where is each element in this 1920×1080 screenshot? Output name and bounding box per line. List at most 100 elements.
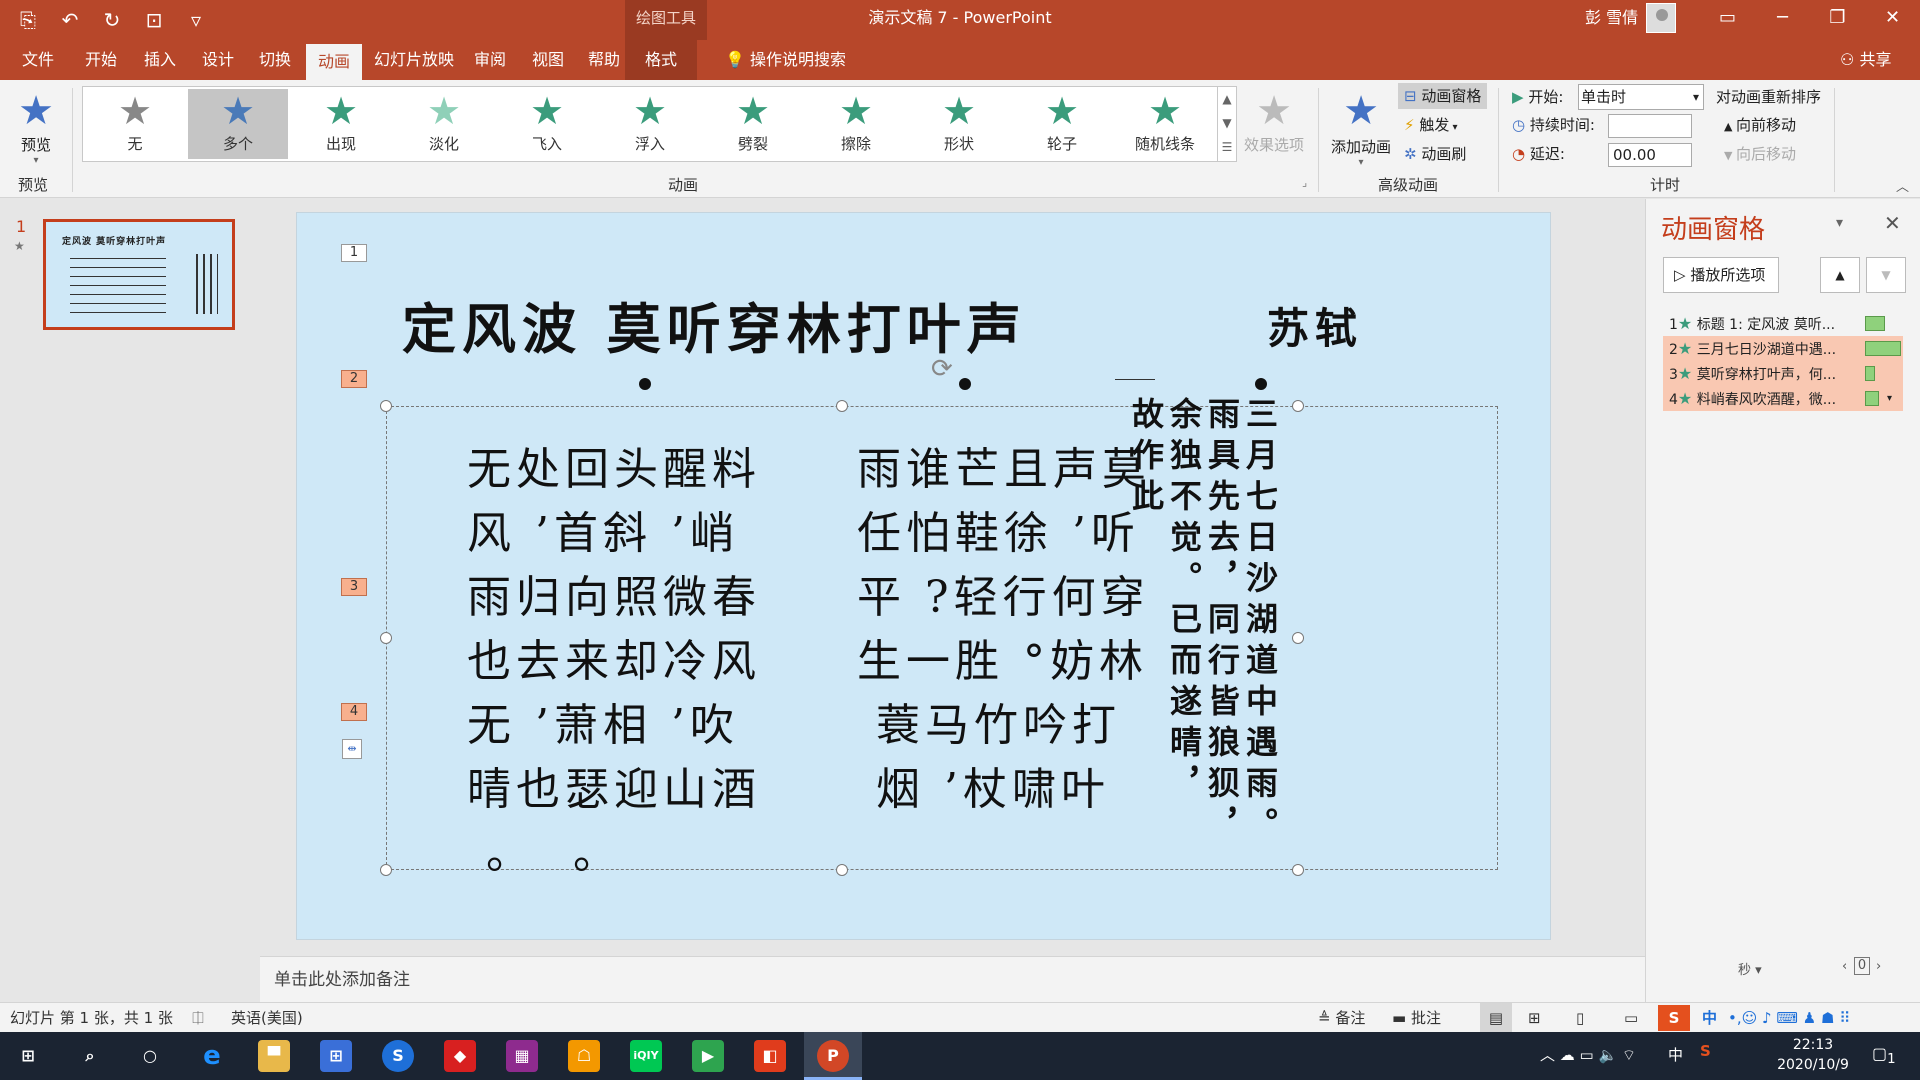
page-indicator[interactable]: 0 bbox=[1854, 957, 1870, 975]
pane-options-icon[interactable]: ▾ bbox=[1836, 215, 1843, 231]
spellcheck-icon[interactable]: ⎅ bbox=[192, 1003, 204, 1033]
animation-item-4[interactable]: 4★ 料峭春风吹酒醒，微... ▾ bbox=[1663, 386, 1903, 411]
animation-marker-2[interactable]: 2 bbox=[341, 370, 367, 388]
share-button[interactable]: ⚇ 共享 bbox=[1840, 40, 1891, 80]
move-earlier-button[interactable]: ▲ 向前移动 bbox=[1724, 112, 1796, 140]
poem-column-left[interactable]: 无处回头醒料 风 ’首斜 ’峭 雨归向照微春 也去来却冷风 无 ’萧相 ’吹 晴… bbox=[467, 438, 761, 886]
resize-handle[interactable] bbox=[1292, 864, 1304, 876]
tab-slideshow[interactable]: 幻灯片放映 bbox=[362, 40, 466, 80]
redo-icon[interactable]: ↻ bbox=[100, 6, 124, 34]
timing-bar[interactable] bbox=[1865, 341, 1901, 356]
search-icon[interactable]: ⌕ bbox=[74, 1040, 106, 1072]
preface-column-2[interactable]: 雨具先去，同行皆狼狈， bbox=[1203, 397, 1241, 848]
animation-option[interactable]: ★ 形状 bbox=[909, 89, 1009, 159]
tab-help[interactable]: 帮助 bbox=[576, 40, 632, 80]
seconds-menu[interactable]: 秒 ▾ bbox=[1738, 959, 1762, 978]
animation-marker-4[interactable]: 4 bbox=[341, 703, 367, 721]
preview-button[interactable]: ★ 预览 ▾ bbox=[14, 88, 58, 166]
maximize-icon[interactable]: ❐ bbox=[1810, 0, 1865, 36]
tab-design[interactable]: 设计 bbox=[190, 40, 246, 80]
animation-option[interactable]: ★ 多个 bbox=[188, 89, 288, 159]
iqiyi-icon[interactable]: iQIY bbox=[630, 1040, 662, 1072]
slide-thumbnail[interactable]: 定风波 莫听穿林打叶声 bbox=[43, 219, 235, 330]
scroll-up-icon[interactable]: ▲ bbox=[1218, 87, 1236, 111]
timing-bar[interactable] bbox=[1865, 316, 1885, 331]
user-name[interactable]: 彭 雪倩 bbox=[1585, 0, 1638, 36]
animation-pane-button[interactable]: ⊟ 动画窗格 bbox=[1398, 83, 1488, 109]
resize-handle[interactable] bbox=[380, 864, 392, 876]
undo-icon[interactable]: ↶ bbox=[58, 6, 82, 34]
scroll-down-icon[interactable]: ▼ bbox=[1218, 111, 1236, 135]
move-up-button[interactable]: ▲ bbox=[1820, 257, 1860, 293]
windows-start-icon[interactable]: ⊞ bbox=[12, 1040, 44, 1072]
language-indicator[interactable]: 英语(美国) bbox=[231, 1003, 303, 1033]
slide-canvas[interactable]: 1 2 3 4 定风波 莫听穿林打叶声 苏轼 ⟳ ⇹ 无处回头醒料 风 ’首斜 … bbox=[296, 212, 1551, 940]
sogou-ime-icon[interactable]: S bbox=[1658, 1005, 1690, 1031]
normal-view-icon[interactable]: ▤ bbox=[1480, 1003, 1512, 1033]
tab-view[interactable]: 视图 bbox=[520, 40, 576, 80]
powerpoint-taskbar-button[interactable]: P bbox=[804, 1032, 862, 1080]
resize-handle[interactable] bbox=[380, 632, 392, 644]
tab-animations[interactable]: 动画 bbox=[306, 44, 363, 80]
start-select[interactable]: 单击时 ▾ bbox=[1578, 84, 1704, 110]
slide-title[interactable]: 定风波 莫听穿林打叶声 bbox=[402, 285, 1027, 364]
animation-painter-button[interactable]: ✲ 动画刷 bbox=[1398, 141, 1472, 167]
animation-option[interactable]: ★ 擦除 bbox=[806, 89, 906, 159]
scroll-left-icon[interactable]: ‹ bbox=[1842, 959, 1847, 974]
customize-qat-icon[interactable]: ▿ bbox=[184, 6, 208, 34]
qq-icon[interactable]: ☖ bbox=[568, 1040, 600, 1072]
edge-icon[interactable]: e bbox=[196, 1040, 228, 1072]
video-player-icon[interactable]: ▶ bbox=[692, 1040, 724, 1072]
tell-me-search[interactable]: 💡 操作说明搜索 bbox=[725, 40, 846, 80]
timing-bar[interactable] bbox=[1865, 366, 1875, 381]
duration-input[interactable] bbox=[1608, 114, 1692, 138]
animation-option[interactable]: ★ 飞入 bbox=[497, 89, 597, 159]
animation-option[interactable]: ★ 出现 bbox=[291, 89, 391, 159]
slide-author[interactable]: 苏轼 bbox=[1267, 295, 1363, 356]
animation-option[interactable]: ★ 劈裂 bbox=[703, 89, 803, 159]
resize-handle[interactable] bbox=[836, 400, 848, 412]
office-icon[interactable]: ◧ bbox=[754, 1040, 786, 1072]
preface-column-4[interactable]: 故作此 bbox=[1127, 397, 1165, 520]
poem-column-middle[interactable]: 雨谁芒且声莫 任怕鞋徐 ’听 平 ?轻行何穿 生一胜 °妨林 蓑马竹吟打 烟 ’… bbox=[857, 438, 1151, 822]
resize-handle[interactable] bbox=[836, 864, 848, 876]
play-selected-button[interactable]: ▷ 播放所选项 bbox=[1663, 257, 1779, 293]
file-explorer-icon[interactable]: ▀ bbox=[258, 1040, 290, 1072]
comments-button[interactable]: ▬ 批注 bbox=[1392, 1003, 1441, 1033]
effect-options-button[interactable]: ★ 效果选项 bbox=[1238, 88, 1310, 155]
task-view-icon[interactable]: ○ bbox=[134, 1040, 166, 1072]
notification-icon[interactable]: ▢1 bbox=[1872, 1044, 1896, 1067]
animation-item-1[interactable]: 1★ 标题 1: 定风波 莫听... bbox=[1663, 311, 1903, 336]
move-down-button[interactable]: ▼ bbox=[1866, 257, 1906, 293]
sorter-view-icon[interactable]: ⊞ bbox=[1528, 1003, 1541, 1033]
tab-transitions[interactable]: 切换 bbox=[247, 40, 303, 80]
sogou-tray-icon[interactable]: S bbox=[1700, 1042, 1711, 1060]
scroll-right-icon[interactable]: › bbox=[1876, 959, 1881, 974]
notes-button[interactable]: ≜ 备注 bbox=[1318, 1003, 1365, 1033]
sogou-browser-icon[interactable]: S bbox=[382, 1040, 414, 1072]
close-icon[interactable]: ✕ bbox=[1884, 211, 1901, 235]
animation-item-3[interactable]: 3★ 莫听穿林打叶声，何... bbox=[1663, 361, 1903, 386]
tab-format[interactable]: 格式 bbox=[625, 40, 698, 80]
chevron-down-icon[interactable]: ▾ bbox=[1887, 386, 1892, 411]
ime-toolbar-icons[interactable]: •,☺ ♪ ⌨ ♟ ☗ ⠿ bbox=[1728, 1003, 1850, 1033]
animation-option[interactable]: ★ 淡化 bbox=[394, 89, 494, 159]
collapse-ribbon-icon[interactable]: ︿ bbox=[1896, 176, 1909, 195]
save-icon[interactable]: ⎘ bbox=[16, 6, 40, 34]
notes-placeholder[interactable]: 单击此处添加备注 bbox=[260, 956, 1645, 1002]
minimize-icon[interactable]: ─ bbox=[1755, 0, 1810, 36]
animation-item-2[interactable]: 2★ 三月七日沙湖道中遇... bbox=[1663, 336, 1903, 361]
delay-input[interactable]: 00.00 bbox=[1608, 143, 1692, 167]
clock[interactable]: 22:13 2020/10/9 bbox=[1768, 1035, 1858, 1075]
add-animation-button[interactable]: ★ 添加动画 ▾ bbox=[1326, 86, 1396, 168]
dialog-launcher-icon[interactable]: ⌟ bbox=[1302, 176, 1307, 189]
tab-home[interactable]: 开始 bbox=[73, 40, 129, 80]
animation-option[interactable]: ★ 浮入 bbox=[600, 89, 700, 159]
store-icon[interactable]: ⊞ bbox=[320, 1040, 352, 1072]
close-icon[interactable]: ✕ bbox=[1865, 0, 1920, 36]
ime-mode-indicator[interactable]: 中 bbox=[1702, 1003, 1717, 1033]
animation-marker-1[interactable]: 1 bbox=[341, 244, 367, 262]
resize-handle[interactable] bbox=[1292, 632, 1304, 644]
gallery-scroll[interactable]: ▲ ▼ ☰ bbox=[1217, 86, 1237, 162]
preface-column-3[interactable]: 余独不觉。已而遂晴， bbox=[1165, 397, 1203, 807]
